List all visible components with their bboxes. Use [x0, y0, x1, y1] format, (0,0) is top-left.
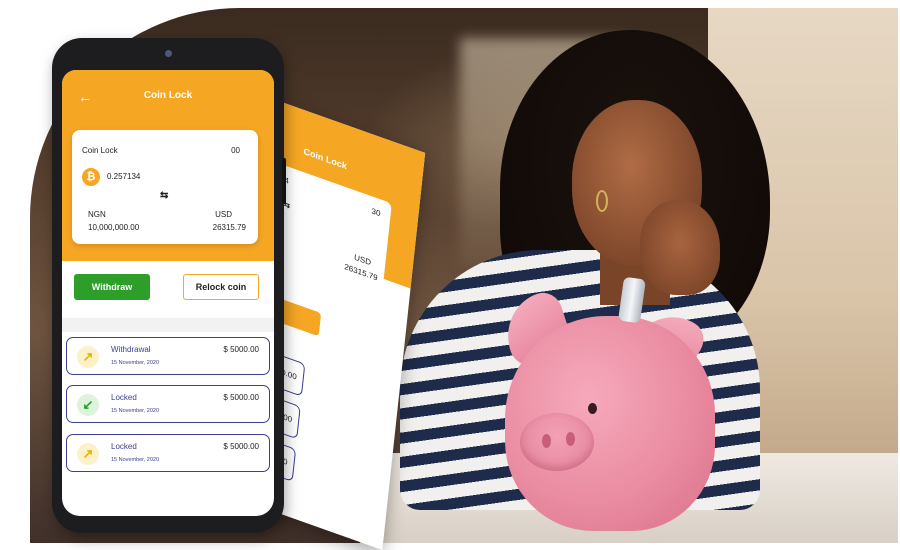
secondary-usd-label: USD [353, 252, 372, 268]
transaction-date: 15 November, 2020 [111, 360, 160, 366]
bitcoin-icon: ₿ [82, 168, 100, 186]
piggy-nostril [566, 432, 575, 446]
piggy-snout [520, 413, 594, 471]
arrow-left-icon[interactable]: ← [78, 90, 94, 104]
transaction-type: Locked [111, 442, 137, 451]
transaction-row[interactable]: ↙ Locked 15 November, 2020 $ 5000.00 [66, 385, 270, 423]
ngn-label: NGN [88, 210, 106, 219]
transaction-amount: $ 5000.00 [223, 393, 259, 402]
ngn-value: 10,000,000.00 [88, 223, 140, 232]
card-count: 00 [231, 146, 240, 155]
secondary-usd-value: 26315.79 [343, 262, 379, 283]
arrow-up-right-icon: ↗ [77, 346, 99, 368]
section-divider [62, 318, 274, 332]
arrow-up-right-icon: ↗ [77, 443, 99, 465]
card-label: Coin Lock [82, 146, 118, 155]
withdraw-button[interactable]: Withdraw [74, 274, 150, 300]
side-button [282, 158, 286, 204]
transaction-amount: $ 5000.00 [223, 442, 259, 451]
earring [596, 190, 608, 212]
piggy-nostril [542, 434, 551, 448]
transaction-row[interactable]: ↗ Withdrawal 15 November, 2020 $ 5000.00 [66, 337, 270, 375]
usd-value: 26315.79 [212, 223, 246, 232]
relock-coin-button[interactable]: Relock coin [183, 274, 259, 300]
transaction-date: 15 November, 2020 [111, 408, 160, 414]
app-screen: Coin Lock ← Coin Lock 00 ₿ 0.257134 ⇆ NG… [62, 70, 274, 516]
transaction-amount: $ 5000.00 [223, 345, 259, 354]
woman-hand [640, 200, 720, 295]
usd-label: USD [215, 210, 232, 219]
piggy-eye [588, 403, 597, 414]
transaction-type: Withdrawal [111, 345, 151, 354]
secondary-card-count: 30 [371, 206, 381, 219]
transaction-row[interactable]: ↗ Locked 15 November, 2020 $ 5000.00 [66, 434, 270, 472]
swap-icon[interactable]: ⇆ [160, 190, 168, 201]
balance-card: Coin Lock 00 ₿ 0.257134 ⇆ NGN 10,000,000… [72, 130, 258, 244]
transaction-type: Locked [111, 393, 137, 402]
transaction-date: 15 November, 2020 [111, 457, 160, 463]
arrow-down-left-icon: ↙ [77, 394, 99, 416]
camera-icon [165, 50, 172, 57]
phone-frame: Coin Lock ← Coin Lock 00 ₿ 0.257134 ⇆ NG… [52, 38, 286, 533]
btc-amount: 0.257134 [107, 172, 141, 181]
